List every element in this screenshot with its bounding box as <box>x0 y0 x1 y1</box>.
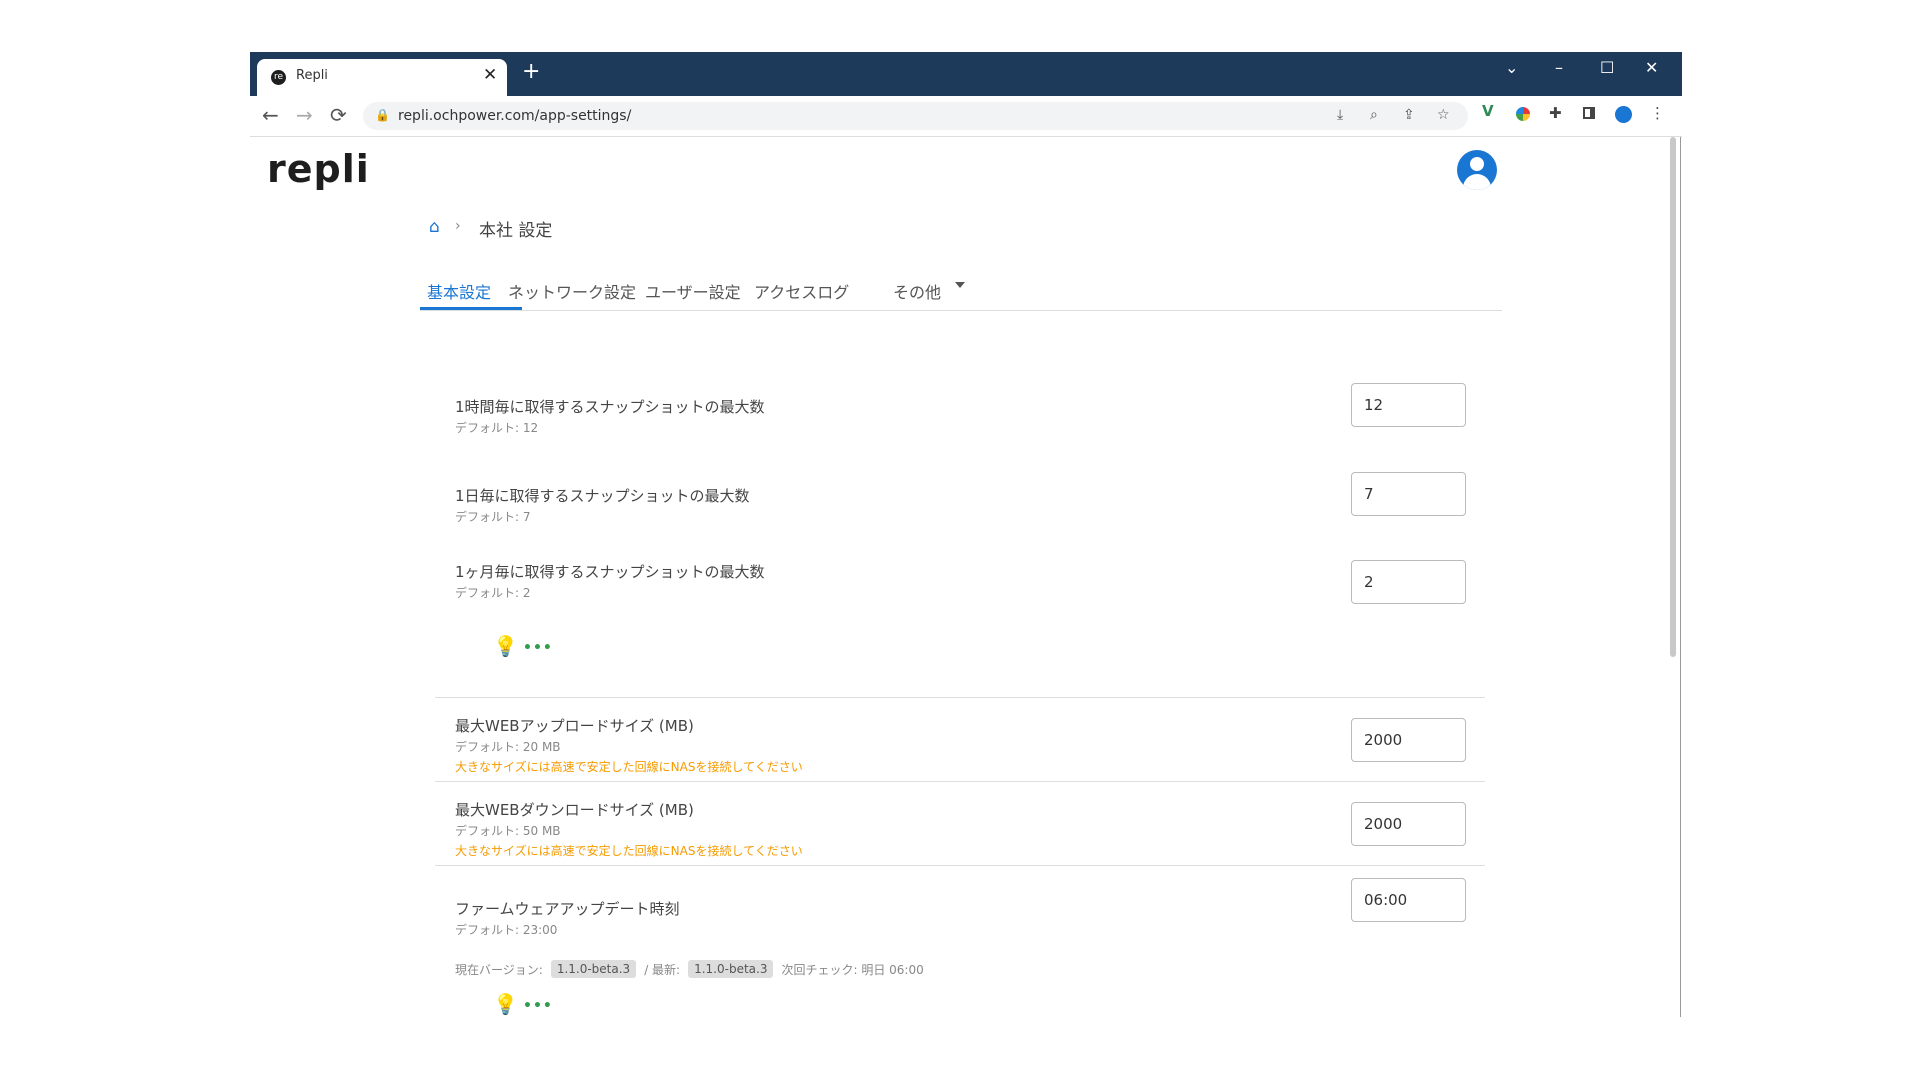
close-tab-icon[interactable]: ✕ <box>483 65 497 85</box>
lightbulb-icon[interactable]: 💡 <box>493 634 518 658</box>
tab-access-log[interactable]: アクセスログ <box>754 279 849 303</box>
tab-search-icon[interactable]: ⌄ <box>1505 58 1518 77</box>
browser-window: re Repli ✕ + ⌄ – ☐ ✕ ← → ⟳ 🔒 repli.ochpo… <box>250 52 1682 1017</box>
user-avatar-icon[interactable] <box>1457 150 1497 190</box>
close-window-button[interactable]: ✕ <box>1645 58 1658 77</box>
back-button[interactable]: ← <box>262 103 279 127</box>
max-upload-size-input[interactable] <box>1351 718 1466 762</box>
side-panel-icon[interactable] <box>1583 107 1595 119</box>
setting-default: デフォルト: 12 <box>455 421 539 435</box>
tab-network-settings[interactable]: ネットワーク設定 <box>508 279 636 303</box>
tab-strip: re Repli ✕ + ⌄ – ☐ ✕ <box>250 52 1682 96</box>
breadcrumb-title: 本社 設定 <box>479 221 553 241</box>
setting-label: 1ヶ月毎に取得するスナップショットの最大数 <box>455 563 765 581</box>
more-icon[interactable]: ••• <box>523 640 553 656</box>
profile-icon[interactable] <box>1615 106 1632 123</box>
address-bar[interactable]: 🔒 repli.ochpower.com/app-settings/ ⤓ ⌕ ⇪… <box>363 102 1468 130</box>
tab-title: Repli <box>296 68 328 83</box>
divider <box>435 697 1485 698</box>
latest-version-label: / 最新: <box>644 962 681 977</box>
url-text[interactable]: repli.ochpower.com/app-settings/ <box>398 108 631 124</box>
max-download-size-input[interactable] <box>1351 802 1466 846</box>
menu-icon[interactable]: ⋮ <box>1650 104 1665 122</box>
current-version-label: 現在バージョン: <box>455 962 543 977</box>
setting-label: 最大WEBダウンロードサイズ (MB) <box>455 801 694 819</box>
reload-button[interactable]: ⟳ <box>330 103 347 127</box>
more-icon[interactable]: ••• <box>523 998 553 1014</box>
setting-default: デフォルト: 20 MB <box>455 740 561 754</box>
puzzle-extension-icon[interactable]: ✚ <box>1549 104 1562 122</box>
setting-warning: 大きなサイズには高速で安定した回線にNASを接続してください <box>455 844 803 858</box>
monthly-snapshot-input[interactable] <box>1351 560 1466 604</box>
setting-label: ファームウェアアップデート時刻 <box>455 900 680 918</box>
chevron-right-icon: › <box>455 218 461 234</box>
browser-tab[interactable]: re Repli ✕ <box>257 59 507 96</box>
firmware-update-time-input[interactable] <box>1351 878 1466 922</box>
setting-label: 1日毎に取得するスナップショットの最大数 <box>455 487 750 505</box>
hourly-snapshot-input[interactable] <box>1351 383 1466 427</box>
star-icon[interactable]: ☆ <box>1437 107 1450 123</box>
color-extension-icon[interactable] <box>1516 107 1530 121</box>
zoom-icon[interactable]: ⌕ <box>1370 107 1378 123</box>
setting-default: デフォルト: 7 <box>455 510 531 524</box>
next-check-text: 次回チェック: 明日 06:00 <box>781 962 924 977</box>
tab-basic-settings[interactable]: 基本設定 <box>427 279 491 303</box>
active-tab-indicator <box>420 307 522 310</box>
setting-default: デフォルト: 2 <box>455 586 531 600</box>
tab-user-settings[interactable]: ユーザー設定 <box>645 279 741 303</box>
chevron-down-icon[interactable] <box>955 282 965 288</box>
vue-extension-icon[interactable]: V <box>1482 102 1494 120</box>
setting-default: デフォルト: 23:00 <box>455 923 558 937</box>
setting-label: 最大WEBアップロードサイズ (MB) <box>455 717 694 735</box>
minimize-button[interactable]: – <box>1555 58 1563 77</box>
setting-warning: 大きなサイズには高速で安定した回線にNASを接続してください <box>455 760 803 774</box>
divider <box>435 781 1485 782</box>
tab-other[interactable]: その他 <box>893 279 941 303</box>
daily-snapshot-input[interactable] <box>1351 472 1466 516</box>
setting-label: 1時間毎に取得するスナップショットの最大数 <box>455 398 765 416</box>
lightbulb-icon[interactable]: 💡 <box>493 992 518 1016</box>
browser-toolbar: ← → ⟳ 🔒 repli.ochpower.com/app-settings/… <box>250 96 1682 137</box>
home-icon[interactable]: ⌂ <box>429 217 440 237</box>
forward-button[interactable]: → <box>296 103 313 127</box>
setting-default: デフォルト: 50 MB <box>455 824 561 838</box>
favicon-icon: re <box>271 70 286 85</box>
latest-version-badge: 1.1.0-beta.3 <box>688 960 774 978</box>
page-scrollbar[interactable] <box>1670 137 1676 657</box>
window-border <box>1680 137 1681 1017</box>
version-info: 現在バージョン: 1.1.0-beta.3 / 最新: 1.1.0-beta.3… <box>455 960 924 978</box>
app-logo[interactable]: repli <box>267 147 370 191</box>
share-icon[interactable]: ⇪ <box>1403 107 1415 123</box>
new-tab-button[interactable]: + <box>522 59 540 84</box>
current-version-badge: 1.1.0-beta.3 <box>550 960 637 978</box>
divider <box>435 865 1485 866</box>
lock-icon: 🔒 <box>375 108 390 122</box>
download-icon[interactable]: ⤓ <box>1337 107 1343 123</box>
maximize-button[interactable]: ☐ <box>1600 58 1614 77</box>
